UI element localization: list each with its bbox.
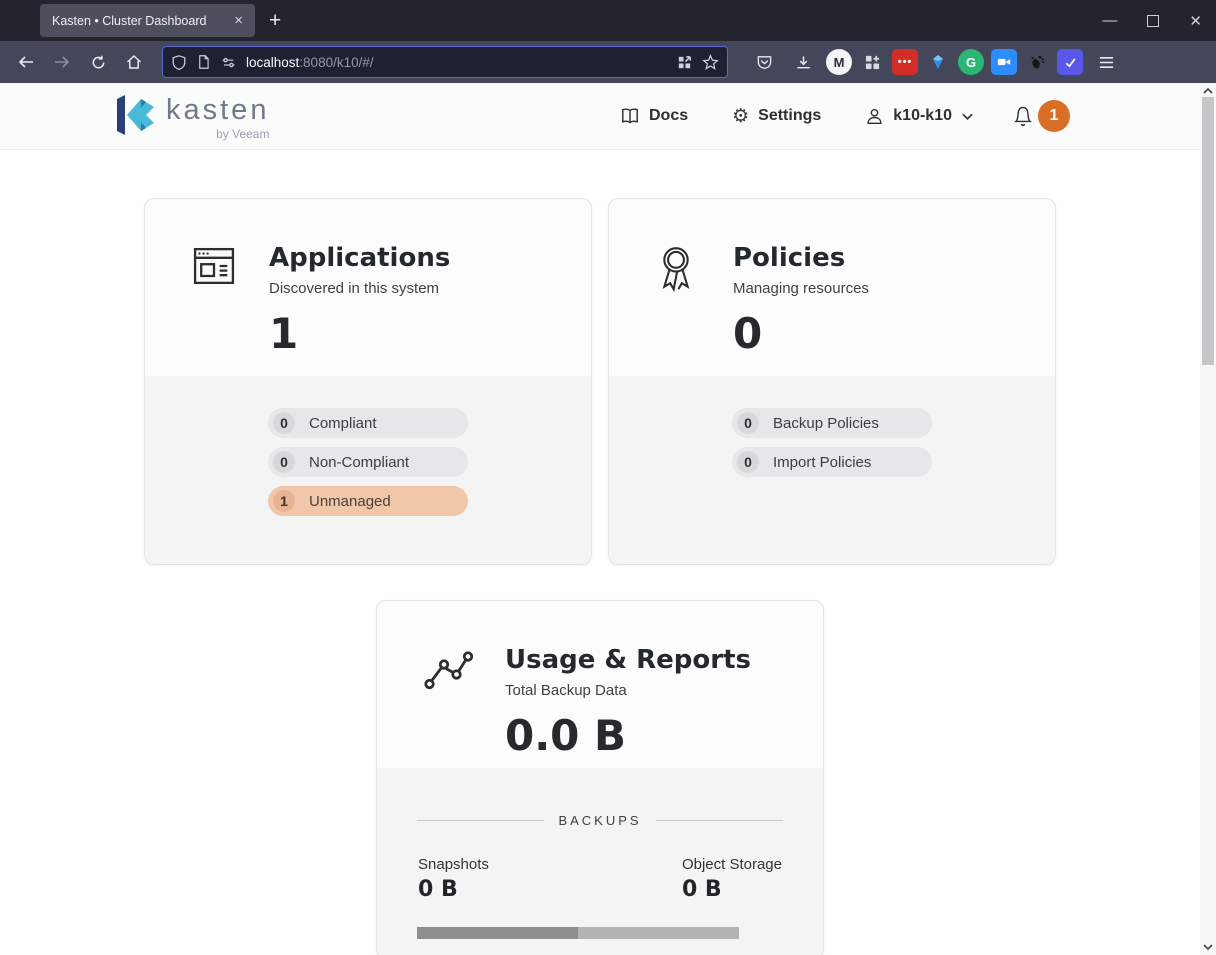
usage-count: 0.0 B (505, 711, 751, 760)
usage-chart-icon (423, 645, 473, 768)
applications-count: 1 (269, 309, 450, 358)
window-controls: — ✕ (1102, 0, 1202, 41)
page-info-icon[interactable] (196, 54, 211, 70)
usage-backups-section: BACKUPS Snapshots 0 B Object Storage 0 B (377, 768, 823, 955)
kasten-logo-icon (112, 92, 158, 138)
chevron-down-icon (961, 110, 974, 123)
extension-grammarly-icon[interactable]: G (958, 49, 984, 75)
policies-subtitle: Managing resources (733, 280, 869, 297)
pill-compliant[interactable]: 0 Compliant (268, 408, 468, 438)
kasten-dashboard-page: kasten by Veeam Docs ⚙ Settings k10-k10 (0, 83, 1200, 955)
bell-icon (1012, 104, 1034, 128)
nav-settings-label: Settings (758, 107, 821, 125)
container-icon[interactable] (676, 54, 693, 71)
downloads-icon[interactable] (787, 47, 819, 77)
snapshots-value: 0 B (418, 877, 489, 902)
extension-lastpass-icon[interactable]: ••• (892, 49, 918, 75)
applications-subtitle: Discovered in this system (269, 280, 450, 297)
toolbar-extensions: M ••• G (748, 47, 1122, 77)
browser-toolbar: localhost:8080/k10/#/ M ••• G (0, 41, 1216, 83)
minimize-button[interactable]: — (1102, 12, 1117, 29)
snapshots-label: Snapshots (418, 856, 489, 873)
applications-icon (191, 243, 237, 376)
back-button[interactable] (10, 47, 42, 77)
url-bar[interactable]: localhost:8080/k10/#/ (162, 46, 728, 78)
tab-title: Kasten • Cluster Dashboard (52, 14, 230, 28)
divider-line-left (417, 820, 544, 821)
page-scrollbar[interactable] (1200, 83, 1216, 955)
site-header: kasten by Veeam Docs ⚙ Settings k10-k10 (0, 83, 1200, 150)
divider-line-right (656, 820, 783, 821)
pocket-icon[interactable] (748, 47, 780, 77)
backups-label: BACKUPS (544, 813, 655, 828)
nav-account-label: k10-k10 (893, 107, 952, 125)
home-button[interactable] (118, 47, 150, 77)
policies-card[interactable]: Policies Managing resources 0 0 Backup P… (608, 198, 1056, 565)
reload-button[interactable] (82, 47, 114, 77)
extension-grid-plus-icon[interactable] (859, 49, 885, 75)
logo-wordmark: kasten (166, 96, 269, 125)
scrollbar-thumb[interactable] (1202, 97, 1214, 365)
kasten-logo[interactable]: kasten by Veeam (112, 92, 269, 141)
browser-tab-bar: Kasten • Cluster Dashboard × + — ✕ (0, 0, 1216, 41)
browser-tab[interactable]: Kasten • Cluster Dashboard × (40, 4, 255, 37)
nav-account[interactable]: k10-k10 (865, 107, 974, 126)
usage-bar-object-storage-segment (578, 927, 739, 939)
object-storage-value: 0 B (682, 877, 782, 902)
gear-icon: ⚙ (732, 105, 749, 127)
notification-badge[interactable]: 1 (1038, 100, 1070, 132)
bookmark-star-icon[interactable] (702, 54, 719, 71)
applications-card[interactable]: Applications Discovered in this system 1… (144, 198, 592, 565)
usage-title: Usage & Reports (505, 645, 751, 675)
extension-sider-icon[interactable] (1057, 49, 1083, 75)
shield-icon[interactable] (171, 54, 187, 71)
url-text[interactable]: localhost:8080/k10/#/ (246, 55, 667, 70)
backups-divider: BACKUPS (417, 768, 783, 828)
backup-usage-bar (417, 927, 739, 939)
scroll-up-icon[interactable] (1203, 86, 1213, 96)
new-tab-button[interactable]: + (269, 9, 281, 33)
pill-backup-policies[interactable]: 0 Backup Policies (732, 408, 932, 438)
scroll-down-icon[interactable] (1203, 942, 1213, 952)
tab-close-icon[interactable]: × (230, 12, 247, 29)
extension-gnome-icon[interactable] (1024, 49, 1050, 75)
pill-non-compliant[interactable]: 0 Non-Compliant (268, 447, 468, 477)
pill-import-policies[interactable]: 0 Import Policies (732, 447, 932, 477)
dashboard-cards-row: Applications Discovered in this system 1… (0, 198, 1200, 565)
object-storage-stat: Object Storage 0 B (682, 856, 782, 902)
menu-hamburger-icon[interactable] (1090, 47, 1122, 77)
user-icon (865, 107, 884, 126)
nav-docs-label: Docs (649, 107, 688, 125)
nav-docs[interactable]: Docs (620, 106, 688, 126)
applications-pills-section: 0 Compliant 0 Non-Compliant 1 Unmanaged (145, 376, 591, 564)
main-nav: Docs ⚙ Settings k10-k10 1 (620, 100, 1070, 132)
object-storage-label: Object Storage (682, 856, 782, 873)
extension-gem-icon[interactable] (925, 49, 951, 75)
permissions-toggles-icon[interactable] (220, 55, 237, 70)
forward-button[interactable] (46, 47, 78, 77)
usage-row: Usage & Reports Total Backup Data 0.0 B … (0, 600, 1200, 955)
backup-stats: Snapshots 0 B Object Storage 0 B (417, 856, 783, 902)
extension-zoom-icon[interactable] (991, 49, 1017, 75)
maximize-button[interactable] (1147, 15, 1159, 27)
notifications[interactable]: 1 (1012, 100, 1070, 132)
nav-settings[interactable]: ⚙ Settings (732, 105, 821, 127)
policies-pills-section: 0 Backup Policies 0 Import Policies (609, 376, 1055, 564)
snapshots-stat: Snapshots 0 B (418, 856, 489, 902)
applications-title: Applications (269, 243, 450, 273)
usage-subtitle: Total Backup Data (505, 682, 751, 699)
pill-unmanaged[interactable]: 1 Unmanaged (268, 486, 468, 516)
policies-count: 0 (733, 309, 869, 358)
close-window-button[interactable]: ✕ (1189, 12, 1202, 30)
logo-byline: by Veeam (216, 127, 269, 141)
book-icon (620, 106, 640, 126)
policies-icon (655, 243, 701, 376)
policies-title: Policies (733, 243, 869, 273)
usage-reports-card[interactable]: Usage & Reports Total Backup Data 0.0 B … (376, 600, 824, 955)
usage-bar-snapshots-segment (417, 927, 578, 939)
extension-m-icon[interactable]: M (826, 49, 852, 75)
